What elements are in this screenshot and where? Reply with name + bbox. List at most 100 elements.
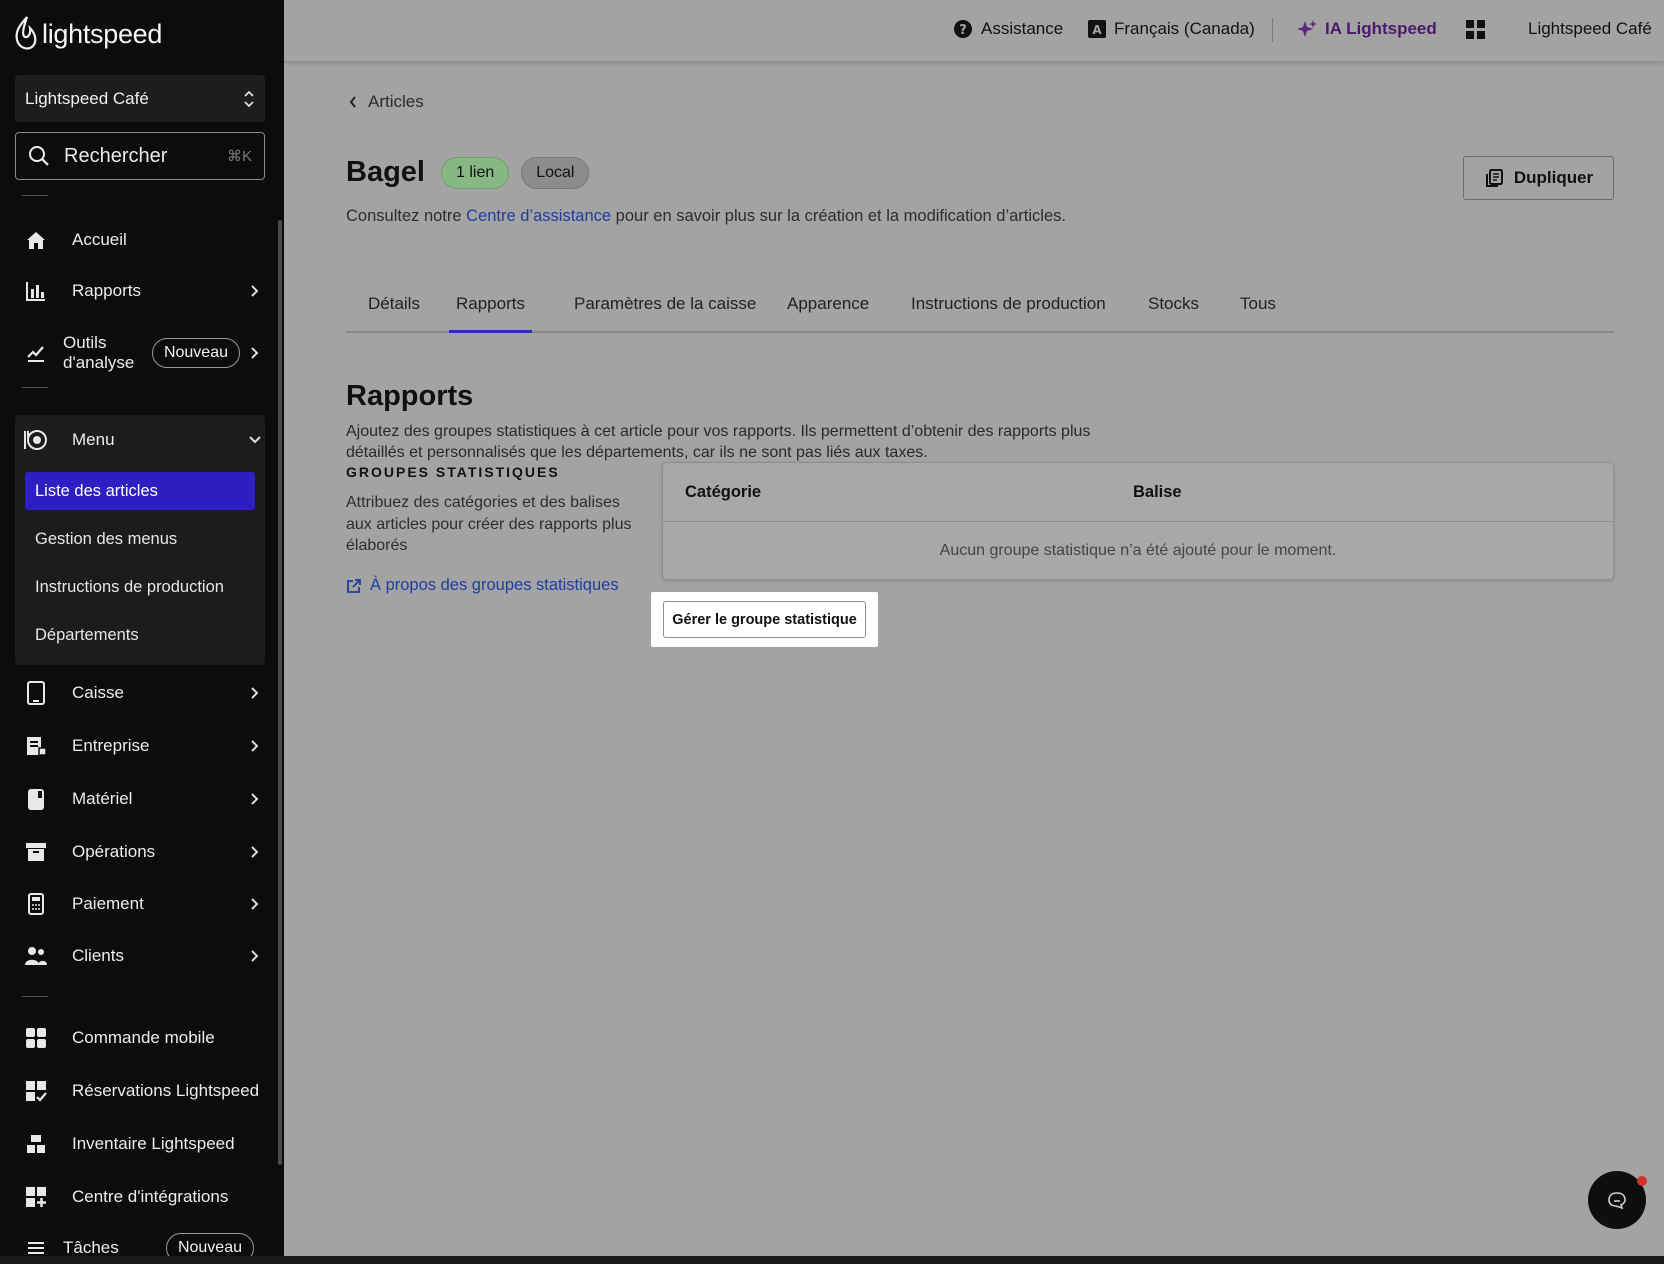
chevron-left-icon <box>349 96 356 108</box>
tab-parametres-caisse[interactable]: Paramètres de la caisse <box>574 294 756 333</box>
chevron-right-icon <box>248 897 262 911</box>
tab-apparence[interactable]: Apparence <box>787 294 869 333</box>
menu-food-icon <box>22 426 50 454</box>
section-title: Rapports <box>346 380 474 412</box>
tab-tous[interactable]: Tous <box>1240 294 1276 333</box>
sidebar-item-rapports[interactable]: Rapports <box>22 269 262 313</box>
tablet-icon <box>22 679 50 707</box>
chevron-right-icon <box>248 686 262 700</box>
sidebar-item-clients[interactable]: Clients <box>22 934 262 978</box>
about-stat-groups-link[interactable]: À propos des groupes statistiques <box>346 576 619 595</box>
topbar-divider <box>1272 18 1273 42</box>
help-icon: ? <box>954 20 972 38</box>
bottom-edge <box>0 1256 1664 1264</box>
chevron-right-icon <box>248 949 262 963</box>
grid-icon <box>1466 20 1485 39</box>
tab-stocks[interactable]: Stocks <box>1148 294 1199 333</box>
sidebar-subitem-gestion-menus[interactable]: Gestion des menus <box>25 520 255 558</box>
chevron-right-icon <box>248 792 262 806</box>
top-bar: ? Assistance A Français (Canada) IA Ligh… <box>284 0 1664 62</box>
table-header: Catégorie Balise <box>663 463 1613 522</box>
language-icon: A <box>1088 20 1106 38</box>
chevron-up-down-icon <box>244 90 254 107</box>
reservations-icon <box>22 1077 50 1105</box>
sidebar-item-caisse[interactable]: Caisse <box>22 671 262 715</box>
sidebar-item-outils-analyse[interactable]: Outils d'analyse Nouveau <box>22 330 262 376</box>
apps-grid-button[interactable] <box>1466 20 1486 40</box>
search-icon <box>29 146 49 166</box>
integrations-icon <box>22 1183 50 1211</box>
sidebar-item-entreprise[interactable]: Entreprise <box>22 724 262 768</box>
stat-groups-table: Catégorie Balise Aucun groupe statistiqu… <box>662 462 1614 580</box>
new-badge: Nouveau <box>151 338 240 368</box>
sidebar-scrollbar[interactable] <box>278 220 282 1165</box>
sidebar-subitem-departements[interactable]: Départements <box>25 616 255 654</box>
sidebar: lightspeed Lightspeed Café Rechercher ⌘K… <box>0 0 284 1264</box>
svg-text:A: A <box>1092 23 1102 37</box>
sidebar-item-inventaire[interactable]: Inventaire Lightspeed <box>22 1122 262 1166</box>
tab-rapports[interactable]: Rapports <box>449 294 532 333</box>
sidebar-subitem-instructions-production[interactable]: Instructions de production <box>25 568 255 606</box>
bar-chart-icon <box>22 277 50 305</box>
search-input[interactable]: Rechercher ⌘K <box>15 132 265 180</box>
tab-instructions-production[interactable]: Instructions de production <box>911 294 1106 333</box>
sidebar-item-materiel[interactable]: Matériel <box>22 777 262 821</box>
brand-name: lightspeed <box>42 18 163 49</box>
link-count-badge: 1 lien <box>440 156 510 189</box>
copy-icon <box>1485 169 1503 187</box>
local-badge: Local <box>521 156 590 189</box>
divider <box>22 387 48 388</box>
item-tabs: Détails Rapports Paramètres de la caisse… <box>346 288 1614 333</box>
duplicate-button[interactable]: Dupliquer <box>1463 156 1614 200</box>
column-header-balise: Balise <box>1133 483 1182 501</box>
page-subtitle: Consultez notre Centre d’assistance pour… <box>346 207 1066 225</box>
lightspeed-logo[interactable]: lightspeed <box>14 16 162 52</box>
help-center-link[interactable]: Centre d’assistance <box>466 207 611 225</box>
group-description: Attribuez des catégories et des balises … <box>346 494 632 554</box>
search-placeholder: Rechercher <box>64 144 168 167</box>
breadcrumb[interactable]: Articles <box>348 92 424 112</box>
account-menu[interactable]: Lightspeed Café <box>1528 19 1652 39</box>
sidebar-item-operations[interactable]: Opérations <box>22 830 262 874</box>
ai-lightspeed-button[interactable]: IA Lightspeed <box>1297 19 1437 39</box>
chevron-right-icon <box>248 845 262 859</box>
empty-state-message: Aucun groupe statistique n’a été ajouté … <box>939 542 1337 559</box>
inventory-icon <box>22 1130 50 1158</box>
chat-icon <box>1608 1192 1626 1210</box>
sidebar-item-commande-mobile[interactable]: Commande mobile <box>22 1016 262 1060</box>
people-icon <box>22 942 50 970</box>
notification-dot <box>1637 1176 1647 1186</box>
sidebar-item-integrations[interactable]: Centre d'intégrations <box>22 1175 262 1219</box>
business-icon <box>22 732 50 760</box>
search-shortcut: ⌘K <box>226 148 252 165</box>
sidebar-item-reservations[interactable]: Réservations Lightspeed <box>22 1069 262 1113</box>
manage-stat-group-button[interactable]: Gérer le groupe statistique <box>663 601 866 638</box>
sidebar-item-paiement[interactable]: Paiement <box>22 882 262 926</box>
group-title: GROUPES STATISTIQUES <box>346 464 560 480</box>
column-header-categorie: Catégorie <box>685 483 762 501</box>
mobile-order-icon <box>22 1024 50 1052</box>
sidebar-item-menu[interactable]: Menu <box>22 418 262 462</box>
external-link-icon <box>347 578 361 593</box>
payment-terminal-icon <box>22 890 50 918</box>
section-description: Ajoutez des groupes statistiques à cet a… <box>346 423 1091 461</box>
divider <box>22 195 48 196</box>
archive-icon <box>22 838 50 866</box>
sparkle-icon <box>1297 20 1317 37</box>
sidebar-item-accueil[interactable]: Accueil <box>22 218 262 262</box>
page-title: Bagel <box>346 156 425 188</box>
chevron-down-icon <box>248 433 262 447</box>
language-selector[interactable]: A Français (Canada) <box>1088 19 1255 39</box>
flame-logo-icon <box>15 16 37 50</box>
chevron-right-icon <box>248 346 262 360</box>
hardware-icon <box>22 785 50 813</box>
sidebar-subitem-liste-articles[interactable]: Liste des articles <box>25 472 255 510</box>
store-name: Lightspeed Café <box>25 88 149 108</box>
home-icon <box>22 226 50 254</box>
title-row: Bagel 1 lien Local <box>346 156 590 189</box>
analytics-icon <box>22 339 50 367</box>
svg-text:?: ? <box>959 23 967 38</box>
store-selector[interactable]: Lightspeed Café <box>15 75 265 122</box>
tab-details[interactable]: Détails <box>368 294 420 333</box>
assistance-button[interactable]: ? Assistance <box>953 19 1063 39</box>
